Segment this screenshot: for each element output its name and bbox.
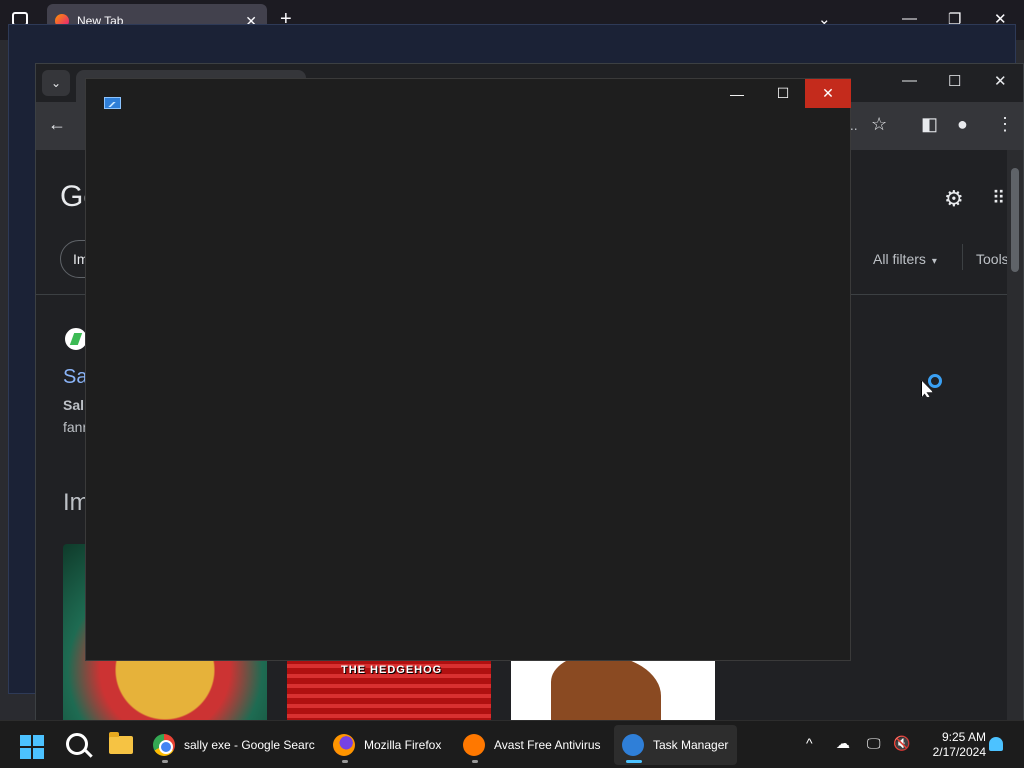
- profile-icon[interactable]: ●: [957, 114, 968, 135]
- file-explorer-icon[interactable]: [109, 732, 133, 754]
- taskbar-app-avast[interactable]: Avast Free Antivirus: [455, 725, 610, 765]
- task-manager-app-icon: [104, 97, 121, 109]
- settings-gear-icon[interactable]: ⚙: [944, 186, 964, 212]
- google-apps-icon[interactable]: ⠿: [992, 188, 1005, 209]
- taskbar-app-label: Mozilla Firefox: [364, 738, 442, 752]
- caret-down-icon: ▾: [931, 256, 937, 267]
- task-manager-icon: [622, 734, 644, 756]
- result-title-link[interactable]: Sa: [63, 366, 87, 389]
- chrome-maximize-button[interactable]: ☐: [948, 72, 961, 90]
- image-result-2-text: THE HEDGEHOG: [341, 664, 443, 676]
- clock-time: 9:25 AM: [941, 730, 986, 744]
- taskbar-app-chrome[interactable]: sally exe - Google Searc: [145, 725, 320, 765]
- all-filters-label: All filters: [873, 251, 926, 267]
- chrome-tab-search-button[interactable]: ⌄: [42, 70, 70, 96]
- tray-overflow-chevron-icon[interactable]: ^: [806, 735, 813, 751]
- search-icon[interactable]: [66, 733, 88, 755]
- bookmark-star-icon[interactable]: ☆: [871, 114, 887, 135]
- firefox-icon: [333, 734, 355, 756]
- tools-button[interactable]: Tools: [976, 251, 1008, 267]
- back-arrow-icon[interactable]: ←: [48, 114, 66, 135]
- scrollbar-thumb[interactable]: [1011, 168, 1019, 272]
- chrome-close-button[interactable]: ✕: [994, 72, 1007, 90]
- running-indicator: [342, 760, 348, 763]
- all-filters-button[interactable]: All filters ▾: [873, 251, 937, 267]
- taskbar-app-firefox[interactable]: Mozilla Firefox: [325, 725, 450, 765]
- toolbar-divider: [962, 244, 963, 270]
- busy-cursor-ring-icon: [928, 374, 942, 388]
- clock-date: 2/17/2024: [932, 745, 986, 759]
- chrome-scrollbar[interactable]: [1007, 150, 1023, 721]
- chrome-icon: [153, 734, 175, 756]
- taskbar-app-label: Task Manager: [653, 738, 729, 752]
- windows-taskbar: sally exe - Google Searc Mozilla Firefox…: [0, 720, 1024, 768]
- running-indicator: [162, 760, 168, 763]
- side-panel-icon[interactable]: ◧: [921, 114, 938, 135]
- taskbar-app-label: sally exe - Google Searc: [184, 738, 315, 752]
- task-manager-window: — ☐ ✕: [85, 78, 851, 661]
- volume-muted-icon[interactable]: 🔇: [893, 735, 910, 752]
- notifications-bell-icon[interactable]: [989, 737, 1003, 751]
- chrome-menu-icon[interactable]: ⋮: [996, 114, 1014, 135]
- running-indicator: [626, 760, 642, 763]
- running-indicator: [472, 760, 478, 763]
- taskbar-app-task-manager[interactable]: Task Manager: [614, 725, 737, 765]
- task-manager-close-button[interactable]: ✕: [805, 79, 851, 108]
- network-icon[interactable]: 🖵: [867, 735, 881, 752]
- onedrive-icon[interactable]: ☁: [836, 735, 850, 752]
- chrome-minimize-button[interactable]: —: [902, 72, 917, 89]
- clock[interactable]: 9:25 AM 2/17/2024: [918, 730, 986, 760]
- avast-icon: [463, 734, 485, 756]
- start-button[interactable]: [20, 735, 44, 759]
- task-manager-minimize-button[interactable]: —: [714, 79, 760, 108]
- taskbar-app-label: Avast Free Antivirus: [494, 738, 601, 752]
- task-manager-maximize-button[interactable]: ☐: [760, 79, 806, 108]
- image-result-3-figure: [551, 654, 661, 721]
